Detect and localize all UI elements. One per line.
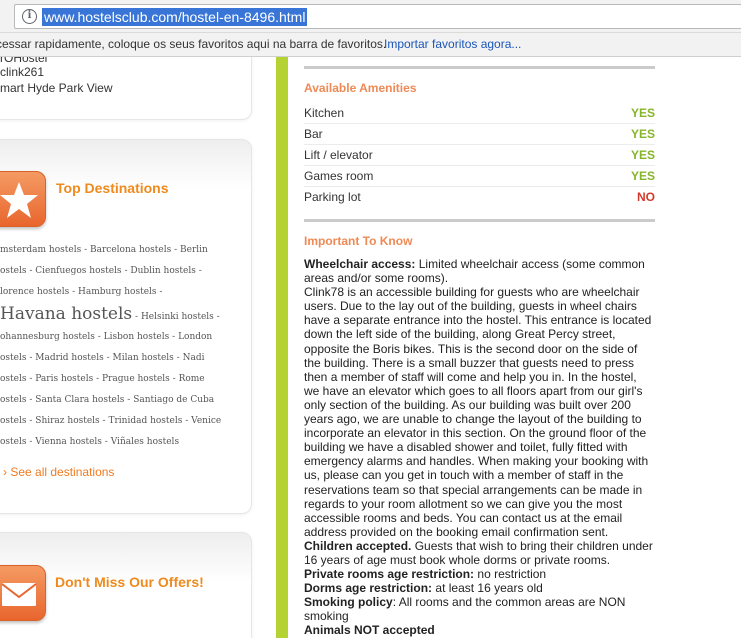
destination-link[interactable]: Vienna hostels: [35, 437, 102, 447]
destination-line: lorence hostels - Hamburg hostels -: [0, 287, 163, 297]
animals-label: Animals NOT accepted: [304, 623, 435, 638]
top-destinations-title: Top Destinations: [56, 180, 169, 196]
star-badge: [0, 171, 46, 227]
destination-link[interactable]: ostels: [0, 266, 26, 276]
amenity-value: YES: [630, 148, 655, 162]
destination-link-featured[interactable]: Havana hostels: [0, 304, 132, 324]
destination-link[interactable]: Barcelona hostels: [90, 245, 171, 255]
destination-link[interactable]: Santa Clara hostels: [35, 395, 124, 405]
destination-link[interactable]: ostels: [0, 437, 26, 447]
destination-link[interactable]: Paris hostels: [35, 374, 93, 384]
browser-toolbar: i www.hostelsclub.com/hostel-en-8496.htm…: [0, 0, 741, 33]
destination-link[interactable]: lorence hostels: [0, 287, 69, 297]
important-info-text: Wheelchair access: Limited wheelchair ac…: [304, 257, 655, 638]
bookmarks-bar-hint: cessar rapidamente, coloque os seus favo…: [0, 37, 387, 51]
destination-link[interactable]: Shiraz hostels: [35, 416, 99, 426]
private-rooms-text: no restriction: [477, 567, 547, 582]
destination-line: ostels - Shiraz hostels - Trinidad hoste…: [0, 416, 222, 426]
destination-line: ostels - Paris hostels - Prague hostels …: [0, 374, 205, 384]
destination-link[interactable]: msterdam hostels: [0, 245, 81, 255]
see-all-destinations-link[interactable]: › See all destinations: [3, 465, 114, 479]
amenity-row: Parking lot NO: [304, 187, 655, 208]
destination-link[interactable]: Viñales hostels: [111, 437, 179, 447]
amenity-label: Games room: [304, 169, 374, 183]
chevron-right-icon: ›: [3, 465, 7, 479]
amenity-value: YES: [630, 127, 655, 141]
destination-link[interactable]: ostels: [0, 374, 26, 384]
destination-link[interactable]: Lisbon hostels: [104, 332, 170, 342]
amenity-label: Lift / elevator: [304, 148, 373, 162]
amenity-row: Bar YES: [304, 124, 655, 145]
destination-link[interactable]: ostels: [0, 395, 26, 405]
green-divider: [276, 57, 288, 638]
destination-link[interactable]: London: [178, 332, 212, 342]
destination-link[interactable]: ohannesburg hostels: [0, 332, 95, 342]
address-bar[interactable]: i www.hostelsclub.com/hostel-en-8496.htm…: [14, 4, 741, 29]
amenity-label: Bar: [304, 127, 323, 141]
destination-line: ostels - Cienfuegos hostels - Dublin hos…: [0, 266, 202, 276]
amenity-label: Parking lot: [304, 190, 361, 204]
section-divider: [304, 66, 655, 69]
destination-link[interactable]: Berlin: [180, 245, 208, 255]
destination-link[interactable]: Rome: [179, 374, 205, 384]
destination-line: ostels - Vienna hostels - Viñales hostel…: [0, 437, 180, 447]
amenities-title: Available Amenities: [304, 81, 417, 95]
destination-link[interactable]: Milan hostels: [113, 353, 174, 363]
important-title: Important To Know: [304, 234, 413, 248]
destination-link[interactable]: ostels: [0, 416, 26, 426]
section-divider: [304, 219, 655, 222]
recent-hostel-item[interactable]: rOHostel: [0, 57, 47, 65]
destination-line: msterdam hostels - Barcelona hostels - B…: [0, 245, 208, 255]
page-content: rOHostel clink261 mart Hyde Park View To…: [0, 57, 741, 638]
destination-link[interactable]: Madrid hostels: [35, 353, 103, 363]
destination-line: Havana hostels - Helsinki hostels -: [0, 304, 220, 324]
accessibility-description: Clink78 is an accessible building for gu…: [304, 285, 652, 539]
import-bookmarks-link[interactable]: Importar favoritos agora...: [384, 33, 521, 56]
destination-link[interactable]: Trinidad hostels: [108, 416, 182, 426]
dorms-label: Dorms age restriction:: [304, 581, 433, 596]
envelope-badge: [0, 565, 46, 621]
destination-link[interactable]: ostels: [0, 353, 26, 363]
wheelchair-label: Wheelchair access:: [304, 257, 416, 271]
destination-link[interactable]: Venice: [191, 416, 221, 426]
dorms-text: at least 16 years old: [435, 581, 543, 596]
destination-link[interactable]: Helsinki hostels: [141, 312, 214, 322]
amenity-row: Games room YES: [304, 166, 655, 187]
see-all-label: See all destinations: [10, 465, 115, 479]
bookmarks-bar: cessar rapidamente, coloque os seus favo…: [0, 33, 741, 57]
private-rooms-label: Private rooms age restriction:: [304, 567, 475, 582]
amenity-label: Kitchen: [304, 106, 345, 120]
amenity-value: YES: [630, 169, 655, 183]
children-label: Children accepted.: [304, 538, 412, 553]
destination-link[interactable]: Prague hostels: [102, 374, 170, 384]
envelope-icon: [1, 583, 37, 606]
amenity-row: Lift / elevator YES: [304, 145, 655, 166]
url-text[interactable]: www.hostelsclub.com/hostel-en-8496.html: [42, 8, 308, 26]
offers-title: Don't Miss Our Offers!: [55, 574, 204, 590]
destination-link[interactable]: Nadi: [183, 353, 205, 363]
amenity-value: NO: [637, 190, 655, 204]
info-icon[interactable]: i: [22, 9, 37, 24]
destination-line: ostels - Santa Clara hostels - Santiago …: [0, 395, 215, 405]
smoking-label: Smoking policy: [304, 595, 393, 610]
destination-link[interactable]: Hamburg hostels: [78, 287, 157, 297]
destination-link[interactable]: Santiago de Cuba: [133, 395, 214, 405]
amenity-value: YES: [630, 106, 655, 120]
recent-hostel-item[interactable]: clink261: [0, 65, 44, 79]
destination-line: ohannesburg hostels - Lisbon hostels - L…: [0, 332, 213, 342]
recent-hostel-item[interactable]: mart Hyde Park View: [0, 81, 112, 95]
destination-link[interactable]: Dublin hostels: [130, 266, 195, 276]
amenity-row: Kitchen YES: [304, 103, 655, 124]
destination-line: ostels - Madrid hostels - Milan hostels …: [0, 353, 205, 363]
destination-link[interactable]: Cienfuegos hostels: [35, 266, 121, 276]
star-icon: [0, 182, 38, 218]
